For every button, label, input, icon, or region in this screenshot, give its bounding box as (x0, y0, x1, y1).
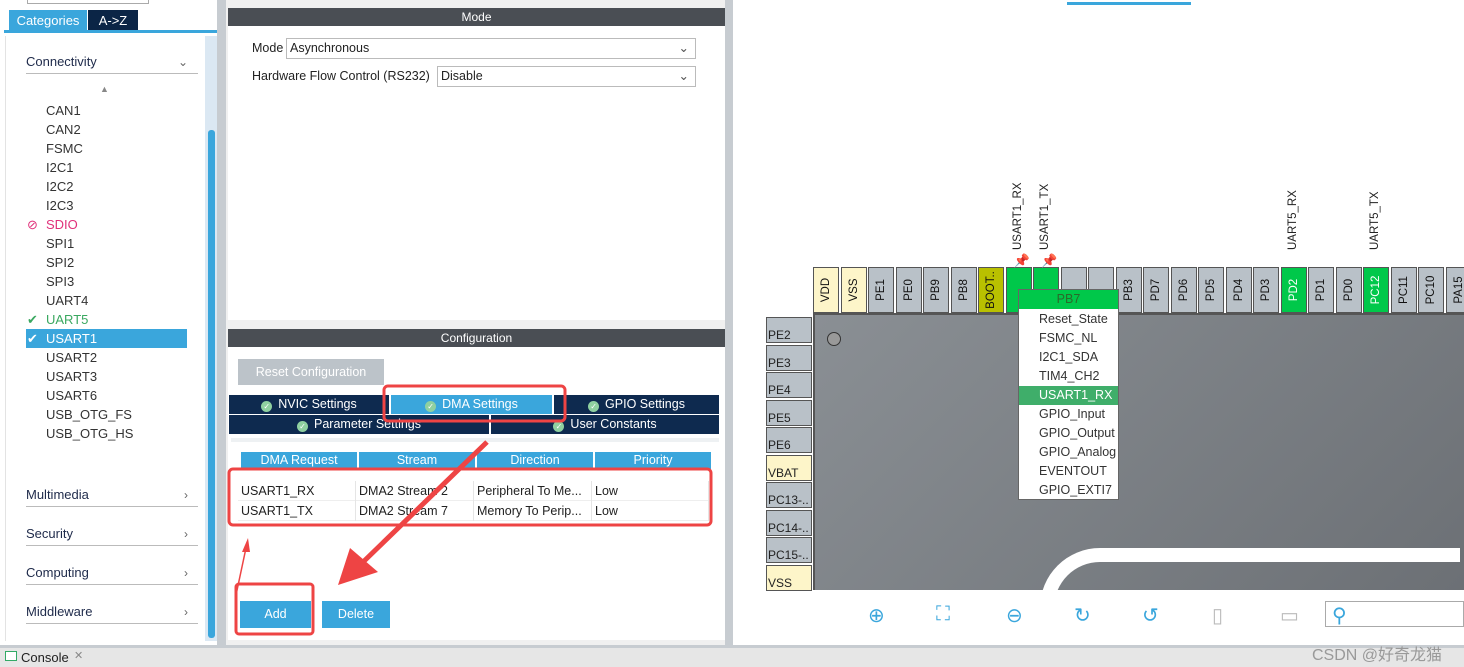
highlight-add-button (234, 582, 315, 636)
arrow-line (358, 440, 489, 567)
highlight-dma-rows (227, 467, 713, 527)
annotation-overlay (227, 384, 713, 636)
highlight-dma-tab (382, 384, 567, 423)
annotation-stroke-head (242, 538, 250, 552)
annotation-stroke (235, 547, 247, 596)
